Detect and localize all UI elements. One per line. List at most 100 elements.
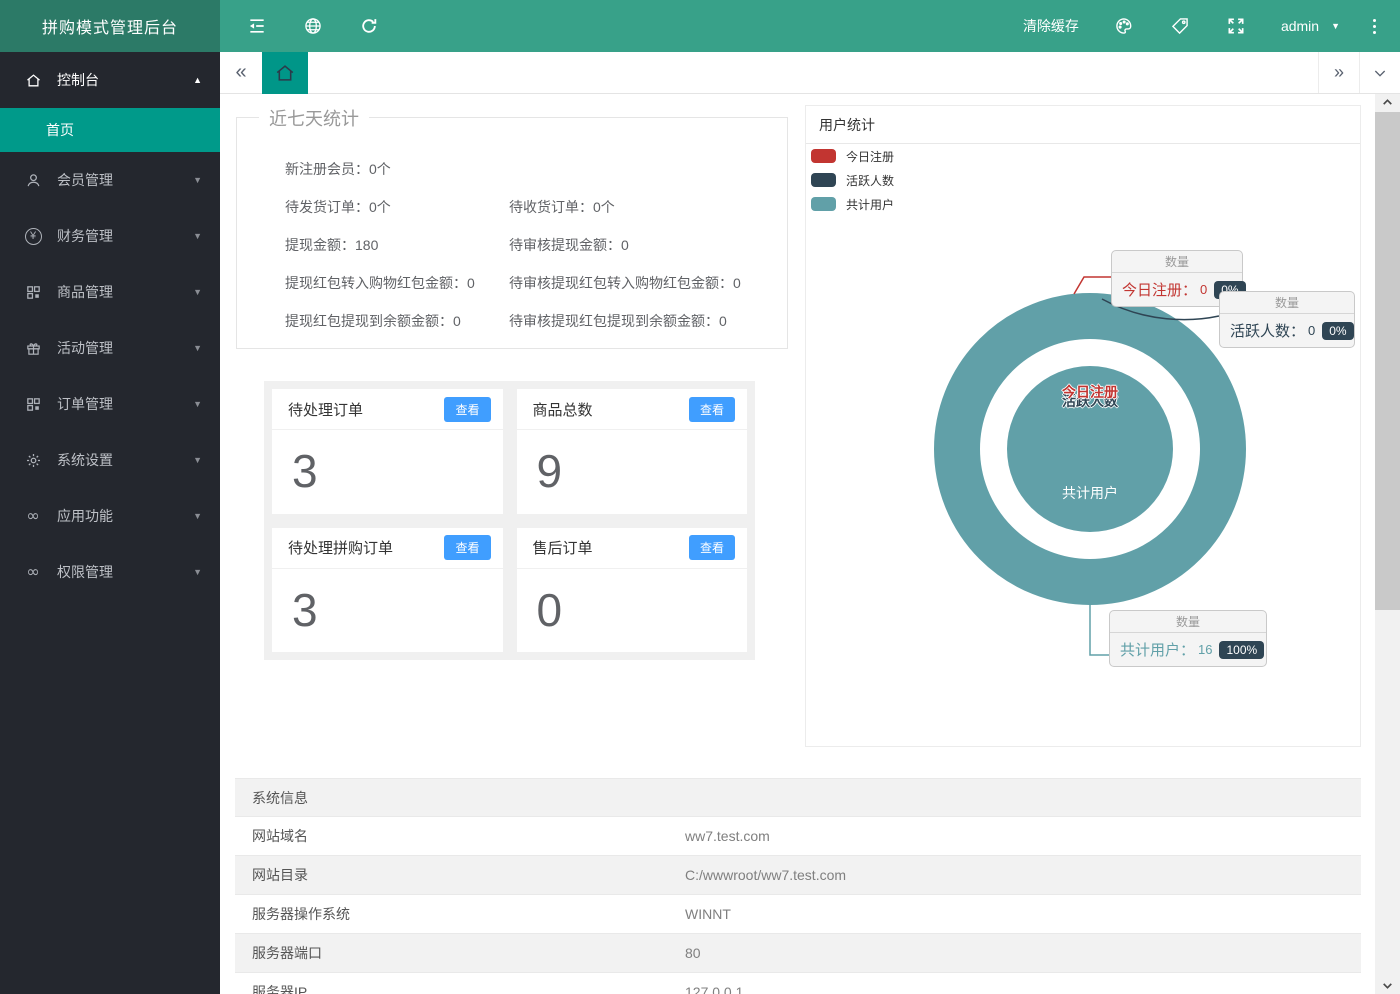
card-title: 售后订单 [533,537,593,558]
sidebar-item-home-active[interactable]: 首页 [0,108,220,152]
table-row: 网站目录 C:/wwwroot/ww7.test.com [235,856,1361,895]
scrollbar-up-icon[interactable] [1375,94,1400,111]
globe-icon[interactable] [302,15,324,37]
caret-down-icon: ▼ [1331,21,1340,31]
tabs-menu-chevron-icon[interactable] [1359,52,1400,93]
card-title: 待处理订单 [288,399,363,420]
callout-total-users: 数量 共计用户： 16 100% [1109,610,1267,667]
card-title: 商品总数 [533,399,593,420]
sidebar-item-permissions[interactable]: ∞ 权限管理 ▼ [0,544,220,600]
stat-withdraw-amount: 提现金额：180 [285,235,509,255]
sidebar-collapse-icon[interactable] [246,15,268,37]
sidebar-item-label: 财务管理 [57,226,113,246]
sidebar-subitem-label: 首页 [46,120,74,140]
username: admin [1281,18,1319,34]
app-header: 拼购模式管理后台 清除缓存 [0,0,1400,52]
palette-icon[interactable] [1113,15,1135,37]
stat-pending-withdraw: 待审核提现金额：0 [509,235,629,255]
caret-down-icon: ▼ [193,511,202,521]
tag-icon[interactable] [1169,15,1191,37]
card-value: 0 [517,569,748,637]
donut-label-total: 共计用户 [1062,483,1118,503]
pct-badge: 0% [1322,322,1353,340]
stat-pending-ship: 待发货订单：0个 [285,197,509,217]
chart-title: 用户统计 [806,106,1360,144]
pct-badge: 100% [1219,641,1264,659]
stat-new-members: 新注册会员：0个 [285,159,391,179]
legend-item-active[interactable]: 活跃人数 [806,168,1360,192]
sidebar-item-label: 订单管理 [57,394,113,414]
tab-bar-right: » [1318,52,1400,93]
table-header-row: 系统信息 [235,778,1361,817]
stat-pending-receive: 待收货订单：0个 [509,197,615,217]
legend-item-today[interactable]: 今日注册 [806,144,1360,168]
more-menu-icon[interactable] [1364,15,1384,37]
infinity-icon: ∞ [24,564,42,580]
user-stats-panel: 用户统计 今日注册 活跃人数 共计用户 今日注册 活跃人数 共计用户 数量 今日… [805,105,1361,747]
scrollbar-down-icon[interactable] [1375,977,1400,994]
caret-down-icon: ▼ [193,231,202,241]
stat-pending-redpacket-to-balance: 待审核提现红包提现到余额金额：0 [509,311,727,331]
caret-up-icon: ▲ [193,75,202,85]
sidebar-item-label: 会员管理 [57,170,113,190]
card-aftersale-orders: 售后订单 查看 0 [517,528,748,653]
card-pending-orders: 待处理订单 查看 3 [272,389,503,514]
view-button[interactable]: 查看 [689,397,735,422]
sidebar-item-label: 系统设置 [57,450,113,470]
legend-item-total[interactable]: 共计用户 [806,192,1360,216]
card-total-goods: 商品总数 查看 9 [517,389,748,514]
callout-active-users: 数量 活跃人数： 0 0% [1219,291,1355,348]
app-logo: 拼购模式管理后台 [0,0,220,52]
caret-down-icon: ▼ [193,399,202,409]
sidebar-item-goods[interactable]: 商品管理 ▼ [0,264,220,320]
view-button[interactable]: 查看 [444,535,490,560]
clear-cache-button[interactable]: 清除缓存 [1023,15,1079,37]
view-button[interactable]: 查看 [444,397,490,422]
sidebar-item-orders[interactable]: 订单管理 ▼ [0,376,220,432]
gear-icon [24,452,42,469]
metric-cards-panel: 待处理订单 查看 3 商品总数 查看 9 待处理拼购订单 查看 3 售后订单 查… [264,381,755,660]
user-menu[interactable]: admin ▼ [1281,18,1340,34]
stat-pending-redpacket-to-shopping: 待审核提现红包转入购物红包金额：0 [509,273,741,293]
sidebar-item-label: 应用功能 [57,506,113,526]
legend-swatch [811,173,836,187]
sidebar-item-label: 控制台 [57,70,99,90]
panel-legend: 近七天统计 [259,105,369,131]
system-info-table: 系统信息 网站域名 ww7.test.com 网站目录 C:/wwwroot/w… [235,778,1361,994]
home-icon [274,62,296,84]
sidebar-item-members[interactable]: 会员管理 ▼ [0,152,220,208]
card-value: 3 [272,430,503,498]
card-value: 9 [517,430,748,498]
tabs-scroll-right-icon[interactable]: » [1318,52,1359,93]
infinity-icon: ∞ [24,508,42,524]
stat-redpacket-to-balance: 提现红包提现到余额金额：0 [285,311,509,331]
fullscreen-icon[interactable] [1225,15,1247,37]
card-pending-group-orders: 待处理拼购订单 查看 3 [272,528,503,653]
gift-icon [24,340,42,357]
sidebar-item-label: 权限管理 [57,562,113,582]
donut-label-today: 今日注册 [1062,382,1118,402]
tabs-scroll-left-icon[interactable]: « [220,52,262,93]
table-row: 网站域名 ww7.test.com [235,817,1361,856]
main-content: 近七天统计 新注册会员：0个 待发货订单：0个 待收货订单：0个 提现金额：18… [220,94,1375,994]
view-button[interactable]: 查看 [689,535,735,560]
vertical-scrollbar[interactable] [1375,94,1400,994]
sidebar-item-apps[interactable]: ∞ 应用功能 ▼ [0,488,220,544]
sidebar-item-settings[interactable]: 系统设置 ▼ [0,432,220,488]
caret-down-icon: ▼ [193,343,202,353]
card-title: 待处理拼购订单 [288,537,393,558]
grid-icon [24,396,42,413]
sidebar-item-activity[interactable]: 活动管理 ▼ [0,320,220,376]
scrollbar-thumb[interactable] [1375,112,1400,610]
sidebar-item-console[interactable]: 控制台 ▲ [0,52,220,108]
tab-home[interactable] [262,52,308,94]
user-icon [24,172,42,189]
sidebar-item-finance[interactable]: ¥ 财务管理 ▼ [0,208,220,264]
table-row: 服务器操作系统 WINNT [235,895,1361,934]
home-icon [24,72,42,89]
table-row: 服务器IP 127.0.0.1 [235,973,1361,994]
caret-down-icon: ▼ [193,455,202,465]
legend-swatch [811,197,836,211]
refresh-icon[interactable] [358,15,380,37]
grid-icon [24,284,42,301]
